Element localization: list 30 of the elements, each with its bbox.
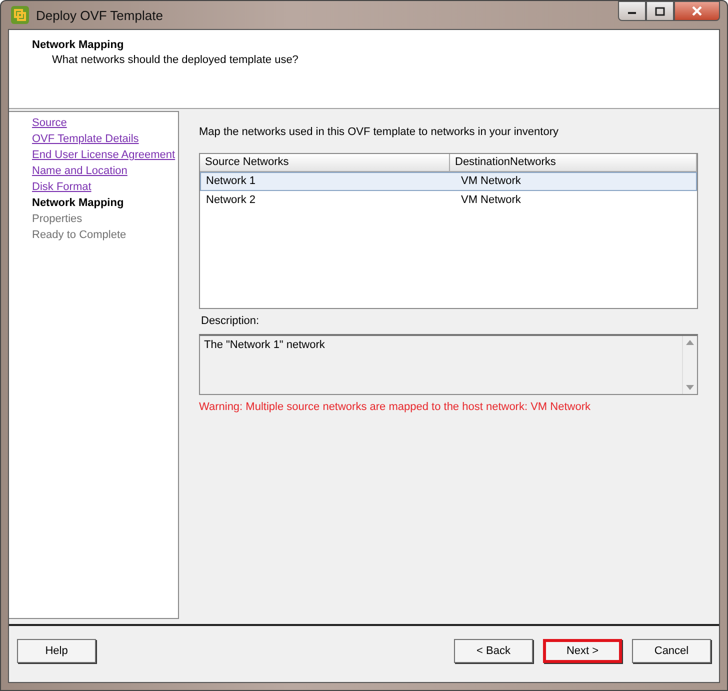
page-title: Network Mapping (32, 39, 125, 51)
window-title: Deploy OVF Template (36, 8, 164, 22)
step-link[interactable]: OVF Template Details (32, 131, 139, 147)
table-row[interactable]: Network 2 VM Network (200, 191, 697, 210)
minimize-button[interactable] (618, 1, 646, 21)
table-cell: Network 1 (206, 175, 256, 187)
instruction-text: Map the networks used in this OVF template to networks in your inventory (199, 126, 560, 138)
description-text: The "Network 1" network (204, 339, 325, 351)
maximize-icon (655, 6, 665, 16)
page-subtitle: What networks should the deployed template use? (51, 54, 300, 66)
close-icon (692, 6, 702, 16)
column-header[interactable]: Source Networks (200, 154, 450, 171)
wizard-button[interactable]: Cancel (632, 639, 711, 663)
description-label: Description: (201, 315, 260, 327)
app-icon (10, 5, 30, 25)
table-cell: VM Network (461, 194, 521, 206)
table-cell: VM Network (461, 175, 521, 187)
step-link[interactable]: Disk Format (32, 179, 92, 195)
wizard-button[interactable]: Next > (543, 639, 622, 663)
wizard-button[interactable]: < Back (454, 639, 533, 663)
table-cell: Network 2 (206, 194, 256, 206)
help-button[interactable]: Help (17, 639, 96, 663)
step-link[interactable]: End User License Agreement (32, 147, 176, 163)
table-row[interactable]: Network 1 VM Network (200, 172, 697, 191)
step-link[interactable]: Source (32, 115, 67, 131)
column-header[interactable]: DestinationNetworks (450, 154, 697, 171)
warning-text: Warning: Multiple source networks are mapped to the host network: VM Network (199, 401, 592, 413)
maximize-button[interactable] (646, 1, 674, 21)
step-link[interactable]: Name and Location (32, 163, 128, 179)
close-button[interactable] (674, 1, 720, 21)
